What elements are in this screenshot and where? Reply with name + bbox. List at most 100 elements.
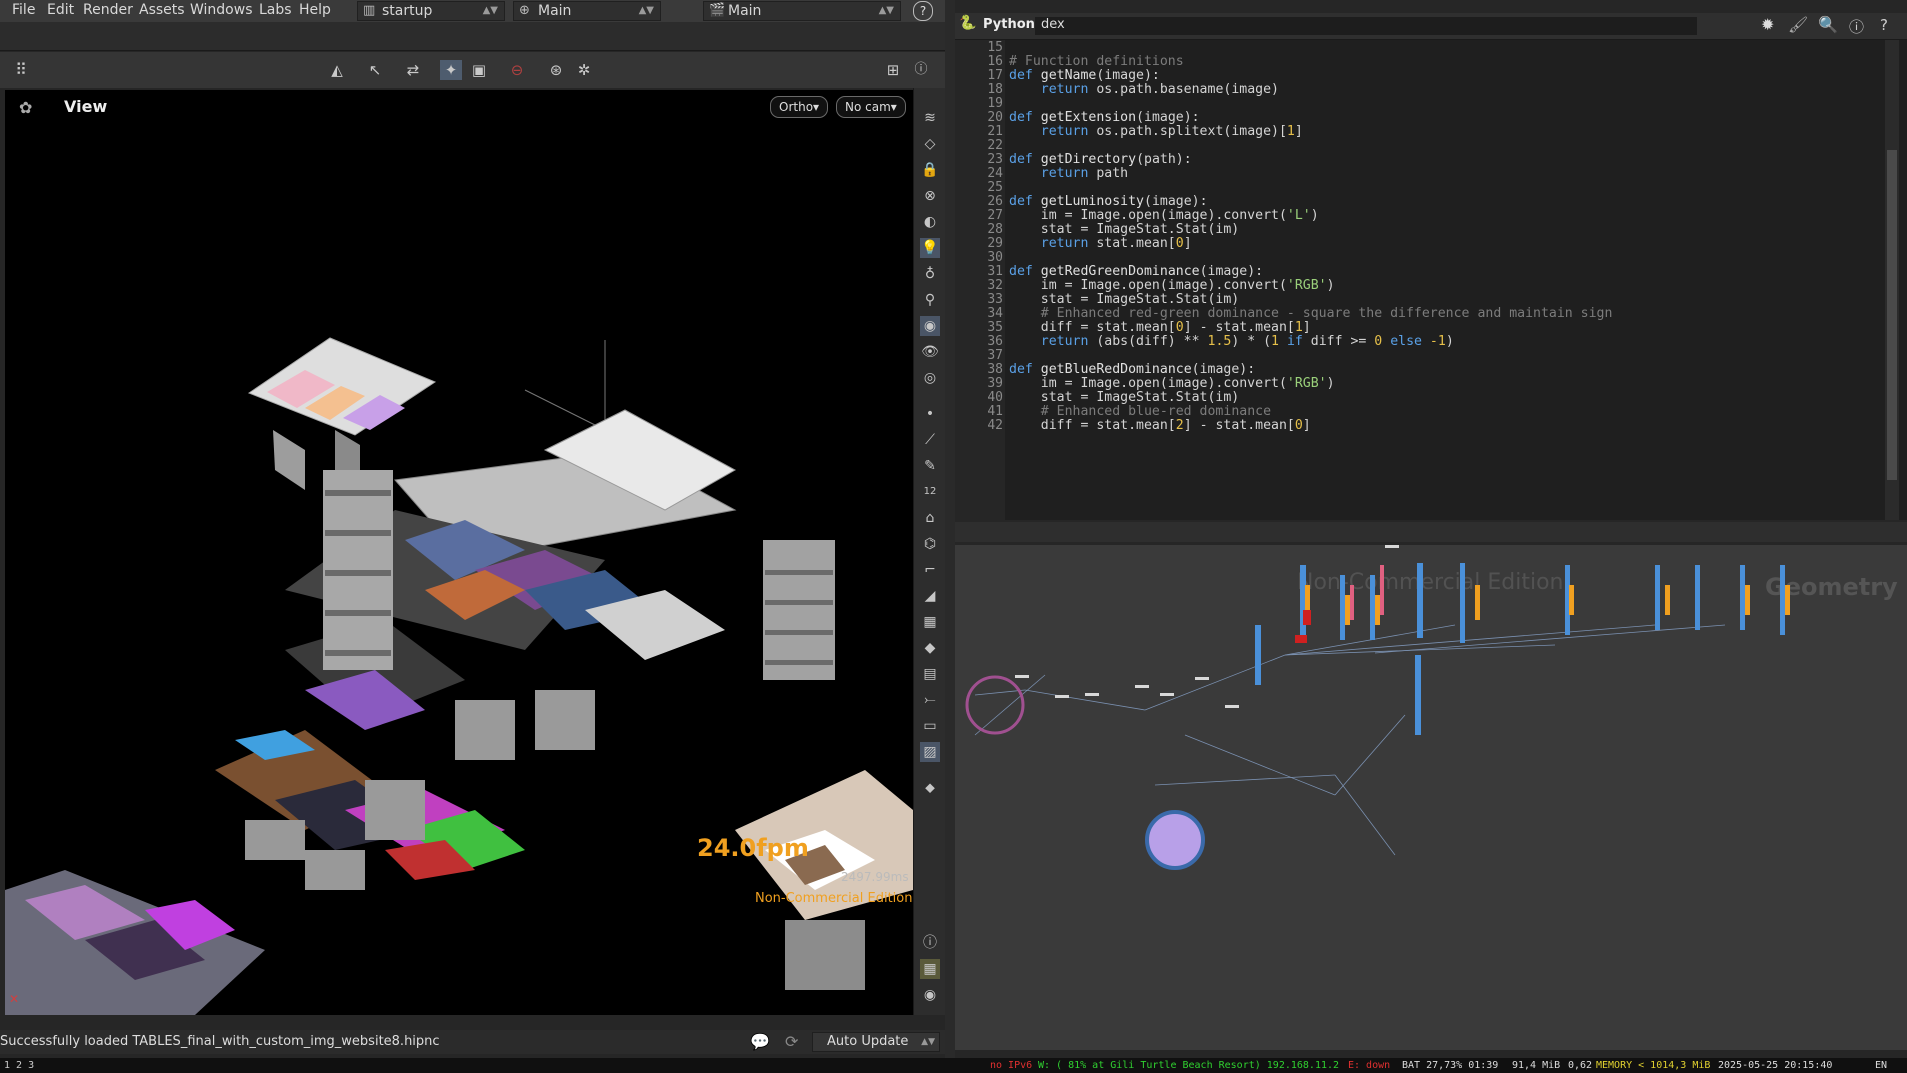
fps-readout: 24.0fpm [697, 834, 809, 862]
bulb-icon[interactable]: ♁ [920, 264, 940, 284]
search-icon[interactable]: 🔍 [1818, 15, 1838, 34]
line-number: 23 [987, 152, 1003, 167]
projection-menu[interactable]: Ortho▾ [770, 96, 829, 118]
eye-icon[interactable]: 👁 [920, 342, 940, 362]
paint-icon[interactable]: ⌂ [920, 508, 940, 528]
corner-icon[interactable]: ⌐ [920, 560, 940, 580]
menu-render[interactable]: Render [83, 2, 133, 18]
line-number: 33 [987, 292, 1003, 307]
snap-icon[interactable]: ⤚ [920, 690, 940, 710]
chevron-updown-icon: ▲▼ [482, 5, 498, 16]
line-number: 37 [987, 348, 1003, 363]
visibility-icon[interactable]: ◎ [920, 368, 940, 388]
menu-labs[interactable]: Labs [259, 2, 292, 18]
grid-icon[interactable]: ▦ [920, 959, 940, 979]
filename-field[interactable]: dex [1035, 17, 1697, 35]
refresh-icon[interactable]: ⟳ [785, 1030, 798, 1054]
display-icon[interactable]: ▭ [920, 716, 940, 736]
pose-tool-icon[interactable]: ✦ [440, 60, 462, 80]
transform-tool-icon[interactable]: ⇄ [402, 60, 424, 80]
camera-menu[interactable]: No cam▾ [836, 96, 906, 118]
settings-icon[interactable]: ✲ [573, 60, 595, 80]
context-select-2[interactable]: 🎬 Main ▲▼ [703, 1, 901, 21]
editor-scrollbar[interactable] [1885, 40, 1899, 520]
info-icon[interactable]: ⓘ [920, 933, 940, 953]
language-label: Python [983, 17, 1035, 32]
clapper-icon: 🎬 [709, 3, 726, 18]
line-number: 30 [987, 250, 1003, 265]
background-icon[interactable]: ▨ [920, 742, 940, 762]
line-number: 41 [987, 404, 1003, 419]
memory-status: MEMORY < 1014,3 MiB [1596, 1060, 1711, 1071]
code-line: return os.path.basename(image) [1040, 82, 1279, 97]
menu-assets[interactable]: Assets [139, 2, 185, 18]
layout-icon[interactable]: ⊞ [882, 60, 904, 80]
context-select-2-value: Main [728, 3, 762, 19]
view-tool-icon[interactable]: ◭ [326, 60, 348, 80]
numbers-icon[interactable]: 12 [920, 482, 940, 502]
menu-windows[interactable]: Windows [190, 2, 253, 18]
gear-icon[interactable]: ✹ [1761, 15, 1774, 34]
code-editor[interactable]: 15 16 17 18 19 20 21 22 23 24 25 26 27 28 29 30 31 32 33 34… [955, 40, 1907, 520]
stop-icon[interactable]: ⊖ [506, 60, 528, 80]
desktop-select-value: startup [382, 3, 433, 19]
menu-edit[interactable]: Edit [47, 2, 74, 18]
code-line: im = Image.open(image).convert('RGB') [1009, 376, 1335, 391]
line-number: 19 [987, 96, 1003, 111]
camera-icon[interactable]: ◉ [920, 316, 940, 336]
menu-file[interactable]: File [12, 2, 35, 18]
node-network-view[interactable]: Non-Commercial Edition Geometry [955, 545, 1907, 1050]
point-icon[interactable]: • [920, 404, 940, 424]
help-icon[interactable]: ? [1880, 16, 1888, 34]
edge-icon[interactable]: ⟋ [920, 430, 940, 450]
stamp-icon[interactable]: ⌬ [920, 534, 940, 554]
line-number: 21 [987, 124, 1003, 139]
keyboard-layout: EN [1875, 1060, 1888, 1071]
lock-icon[interactable]: 🔒 [920, 160, 940, 180]
layers-icon[interactable]: ≋ [920, 108, 940, 128]
chat-icon[interactable]: 💬 [750, 1030, 770, 1054]
code-line: im = Image.open(image).convert('L') [1009, 208, 1319, 223]
python-icon: 🐍 [959, 15, 977, 31]
help-icon[interactable]: ? [913, 1, 933, 21]
brush-icon[interactable]: 🖌 [1788, 15, 1808, 34]
workspace-indicator[interactable]: 1 2 3 [4, 1058, 34, 1073]
desktop-select[interactable]: ▥ startup ▲▼ [357, 1, 505, 21]
sphere-icon[interactable]: ◐ [920, 212, 940, 232]
scrollbar-thumb[interactable] [1887, 150, 1897, 480]
line-number: 29 [987, 236, 1003, 251]
update-mode-select[interactable]: Auto Update ▲▼ [812, 1032, 940, 1052]
scene-viewport[interactable]: ✿ View 24.0fpm 2497.99ms Non-Commercial … [5, 90, 913, 1015]
python-editor-header: 🐍 Python dex ✹ 🖌 🔍 ⓘ ? [955, 13, 1907, 40]
system-status-bar: 1 2 3 no IPv6 W: ( 81% at Gili Turtle Be… [0, 1058, 1907, 1073]
shading-icon[interactable]: ◇ [920, 134, 940, 154]
context-select-1[interactable]: ⊕ Main ▲▼ [513, 1, 661, 21]
light-icon[interactable]: 💡 [920, 238, 940, 258]
select-tool-icon[interactable]: ↖ [364, 60, 386, 80]
diamond-icon[interactable]: ◆ [920, 638, 940, 658]
info-icon[interactable]: ⓘ [1849, 16, 1864, 37]
viewer-toolbar: ⠿ ◭ ↖ ⇄ ✦ ▣ ⊖ ⊛ ✲ ⊞ ⓘ [0, 52, 945, 88]
code-line: return path [1040, 166, 1129, 181]
checker-icon[interactable]: ▦ [920, 612, 940, 632]
help-icon[interactable]: ⓘ [910, 60, 932, 80]
snapshot-icon[interactable]: ⊛ [545, 60, 567, 80]
grid-menu-icon[interactable]: ⠿ [10, 60, 32, 80]
display-tool-icon[interactable]: ▣ [468, 60, 490, 80]
marker-icon[interactable]: ⬥ [920, 778, 940, 798]
code-line: # Enhanced red-green dominance - square … [1040, 306, 1613, 321]
line-number: 38 [987, 362, 1003, 377]
brush-icon[interactable]: ✎ [920, 456, 940, 476]
pane-splitter[interactable] [955, 522, 1907, 542]
line-number: 27 [987, 208, 1003, 223]
eye-toggle-icon[interactable]: ◉ [920, 985, 940, 1005]
image-icon[interactable]: ▤ [920, 664, 940, 684]
pane-divider[interactable] [945, 0, 955, 1058]
code-line: # Enhanced blue-red dominance [1040, 404, 1272, 419]
line-number: 40 [987, 390, 1003, 405]
menu-help[interactable]: Help [299, 2, 331, 18]
ethernet-status: E: down [1348, 1060, 1391, 1071]
fill-icon[interactable]: ◢ [920, 586, 940, 606]
close-icon[interactable]: ⊗ [920, 186, 940, 206]
pin-icon[interactable]: ⚲ [920, 290, 940, 310]
